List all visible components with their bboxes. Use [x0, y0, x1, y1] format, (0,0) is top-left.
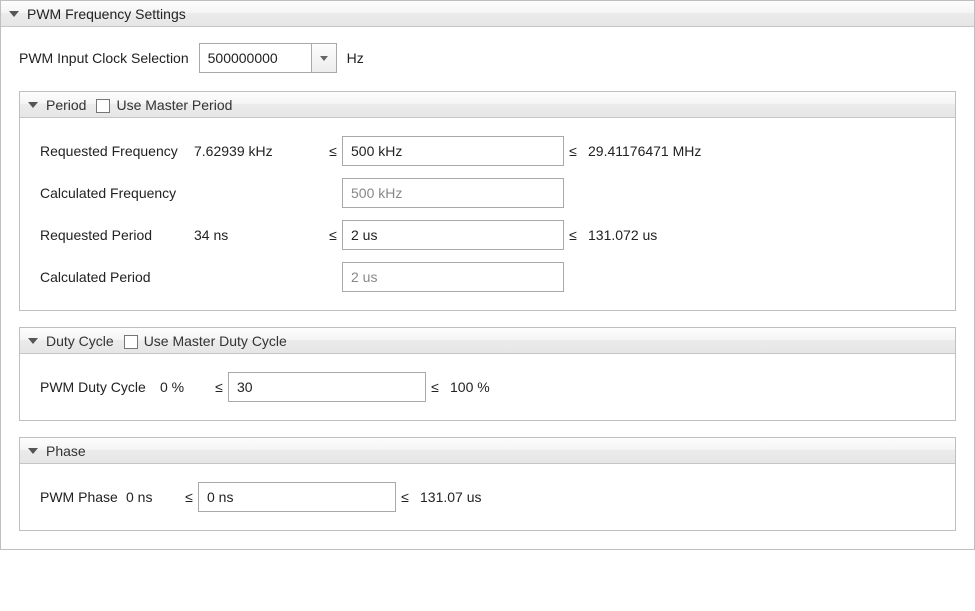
pwm-input-clock-input[interactable]: [199, 43, 311, 73]
pwm-phase-label: PWM Phase: [40, 489, 126, 505]
pwm-phase-row: PWM Phase 0 ns ≤ ≤ 131.07 us: [40, 482, 935, 512]
period-title: Period: [46, 97, 86, 113]
use-master-duty-cycle-checkbox[interactable]: [124, 335, 138, 349]
le-symbol: ≤: [564, 143, 582, 159]
collapse-icon: [28, 338, 38, 344]
chevron-down-icon: [320, 56, 328, 61]
pwm-duty-cycle-label: PWM Duty Cycle: [40, 379, 160, 395]
use-master-period-label: Use Master Period: [116, 97, 232, 113]
phase-title: Phase: [46, 443, 86, 459]
pwm-duty-cycle-row: PWM Duty Cycle 0 % ≤ ≤ 100 %: [40, 372, 935, 402]
pwm-input-clock-label: PWM Input Clock Selection: [19, 50, 189, 66]
le-symbol: ≤: [396, 489, 414, 505]
pwm-input-clock-dropdown-button[interactable]: [311, 43, 337, 73]
phase-panel: Phase PWM Phase 0 ns ≤ ≤ 131.07 us: [19, 437, 956, 531]
pwm-input-clock-combo[interactable]: [199, 43, 337, 73]
pwm-phase-min: 0 ns: [126, 489, 180, 505]
pwm-input-clock-row: PWM Input Clock Selection Hz: [19, 43, 956, 73]
phase-header[interactable]: Phase: [20, 438, 955, 464]
use-master-period-checkbox[interactable]: [96, 99, 110, 113]
collapse-icon: [28, 448, 38, 454]
period-header[interactable]: Period Use Master Period: [20, 92, 955, 118]
pwm-phase-input[interactable]: [198, 482, 396, 512]
requested-period-max: 131.072 us: [582, 227, 657, 243]
requested-period-row: Requested Period 34 ns ≤ ≤ 131.072 us: [40, 220, 935, 250]
requested-frequency-min: 7.62939 kHz: [194, 143, 324, 159]
pwm-input-clock-unit: Hz: [347, 50, 364, 66]
duty-cycle-panel: Duty Cycle Use Master Duty Cycle PWM Dut…: [19, 327, 956, 421]
calculated-frequency-output: [342, 178, 564, 208]
collapse-icon: [9, 11, 19, 17]
calculated-period-row: Calculated Period: [40, 262, 935, 292]
period-panel: Period Use Master Period Requested Frequ…: [19, 91, 956, 311]
collapse-icon: [28, 102, 38, 108]
requested-frequency-row: Requested Frequency 7.62939 kHz ≤ ≤ 29.4…: [40, 136, 935, 166]
pwm-duty-cycle-min: 0 %: [160, 379, 210, 395]
le-symbol: ≤: [180, 489, 198, 505]
pwm-frequency-settings-header[interactable]: PWM Frequency Settings: [1, 1, 974, 27]
le-symbol: ≤: [324, 227, 342, 243]
calculated-frequency-row: Calculated Frequency: [40, 178, 935, 208]
calculated-period-label: Calculated Period: [40, 269, 194, 285]
le-symbol: ≤: [564, 227, 582, 243]
duty-cycle-title: Duty Cycle: [46, 333, 114, 349]
le-symbol: ≤: [426, 379, 444, 395]
le-symbol: ≤: [324, 143, 342, 159]
pwm-duty-cycle-max: 100 %: [444, 379, 490, 395]
pwm-frequency-settings-panel: PWM Frequency Settings PWM Input Clock S…: [0, 0, 975, 550]
duty-cycle-header[interactable]: Duty Cycle Use Master Duty Cycle: [20, 328, 955, 354]
calculated-frequency-label: Calculated Frequency: [40, 185, 194, 201]
le-symbol: ≤: [210, 379, 228, 395]
panel-title: PWM Frequency Settings: [27, 6, 186, 22]
requested-period-min: 34 ns: [194, 227, 324, 243]
use-master-duty-cycle-label: Use Master Duty Cycle: [144, 333, 287, 349]
requested-period-label: Requested Period: [40, 227, 194, 243]
requested-frequency-max: 29.41176471 MHz: [582, 143, 701, 159]
calculated-period-output: [342, 262, 564, 292]
pwm-duty-cycle-input[interactable]: [228, 372, 426, 402]
pwm-phase-max: 131.07 us: [414, 489, 482, 505]
requested-frequency-input[interactable]: [342, 136, 564, 166]
requested-period-input[interactable]: [342, 220, 564, 250]
requested-frequency-label: Requested Frequency: [40, 143, 194, 159]
